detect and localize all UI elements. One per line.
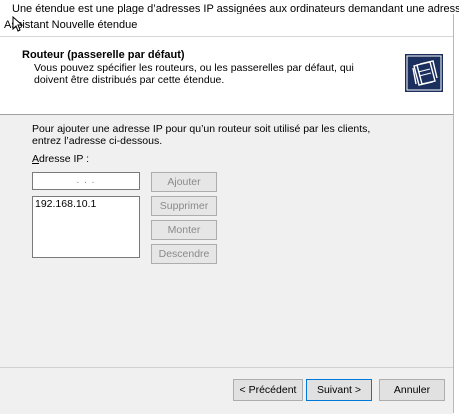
move-up-button[interactable]: Monter [151,220,217,240]
move-down-button[interactable]: Descendre [151,244,217,264]
router-list-item[interactable]: 192.168.10.1 [35,198,96,210]
ip-address-input[interactable]: . . . [32,172,140,190]
folder-stack-icon [405,54,443,92]
cancel-button[interactable]: Annuler [379,379,445,401]
mouse-cursor-icon [12,16,24,32]
wizard-header: Routeur (passerelle par défaut) Vous pou… [0,37,453,115]
ip-address-label: Adresse IP : [32,153,90,165]
add-button[interactable]: Ajouter [151,172,217,192]
remove-button[interactable]: Supprimer [151,196,217,216]
page-subtitle: Vous pouvez spécifier les routeurs, ou l… [34,62,354,86]
wizard-content: Pour ajouter une adresse IP pour qu’un r… [0,115,453,365]
next-button[interactable]: Suivant > [306,379,372,401]
wizard-window: Assistant Nouvelle étendue Routeur (pass… [0,14,454,414]
instruction-text: Pour ajouter une adresse IP pour qu’un r… [32,123,371,147]
back-button[interactable]: < Précédent [233,379,303,401]
wizard-footer: < Précédent Suivant > Annuler [0,367,453,414]
title-bar[interactable]: Assistant Nouvelle étendue [0,14,453,37]
router-list[interactable]: 192.168.10.1 [32,196,140,258]
page-title: Routeur (passerelle par défaut) [22,49,185,61]
